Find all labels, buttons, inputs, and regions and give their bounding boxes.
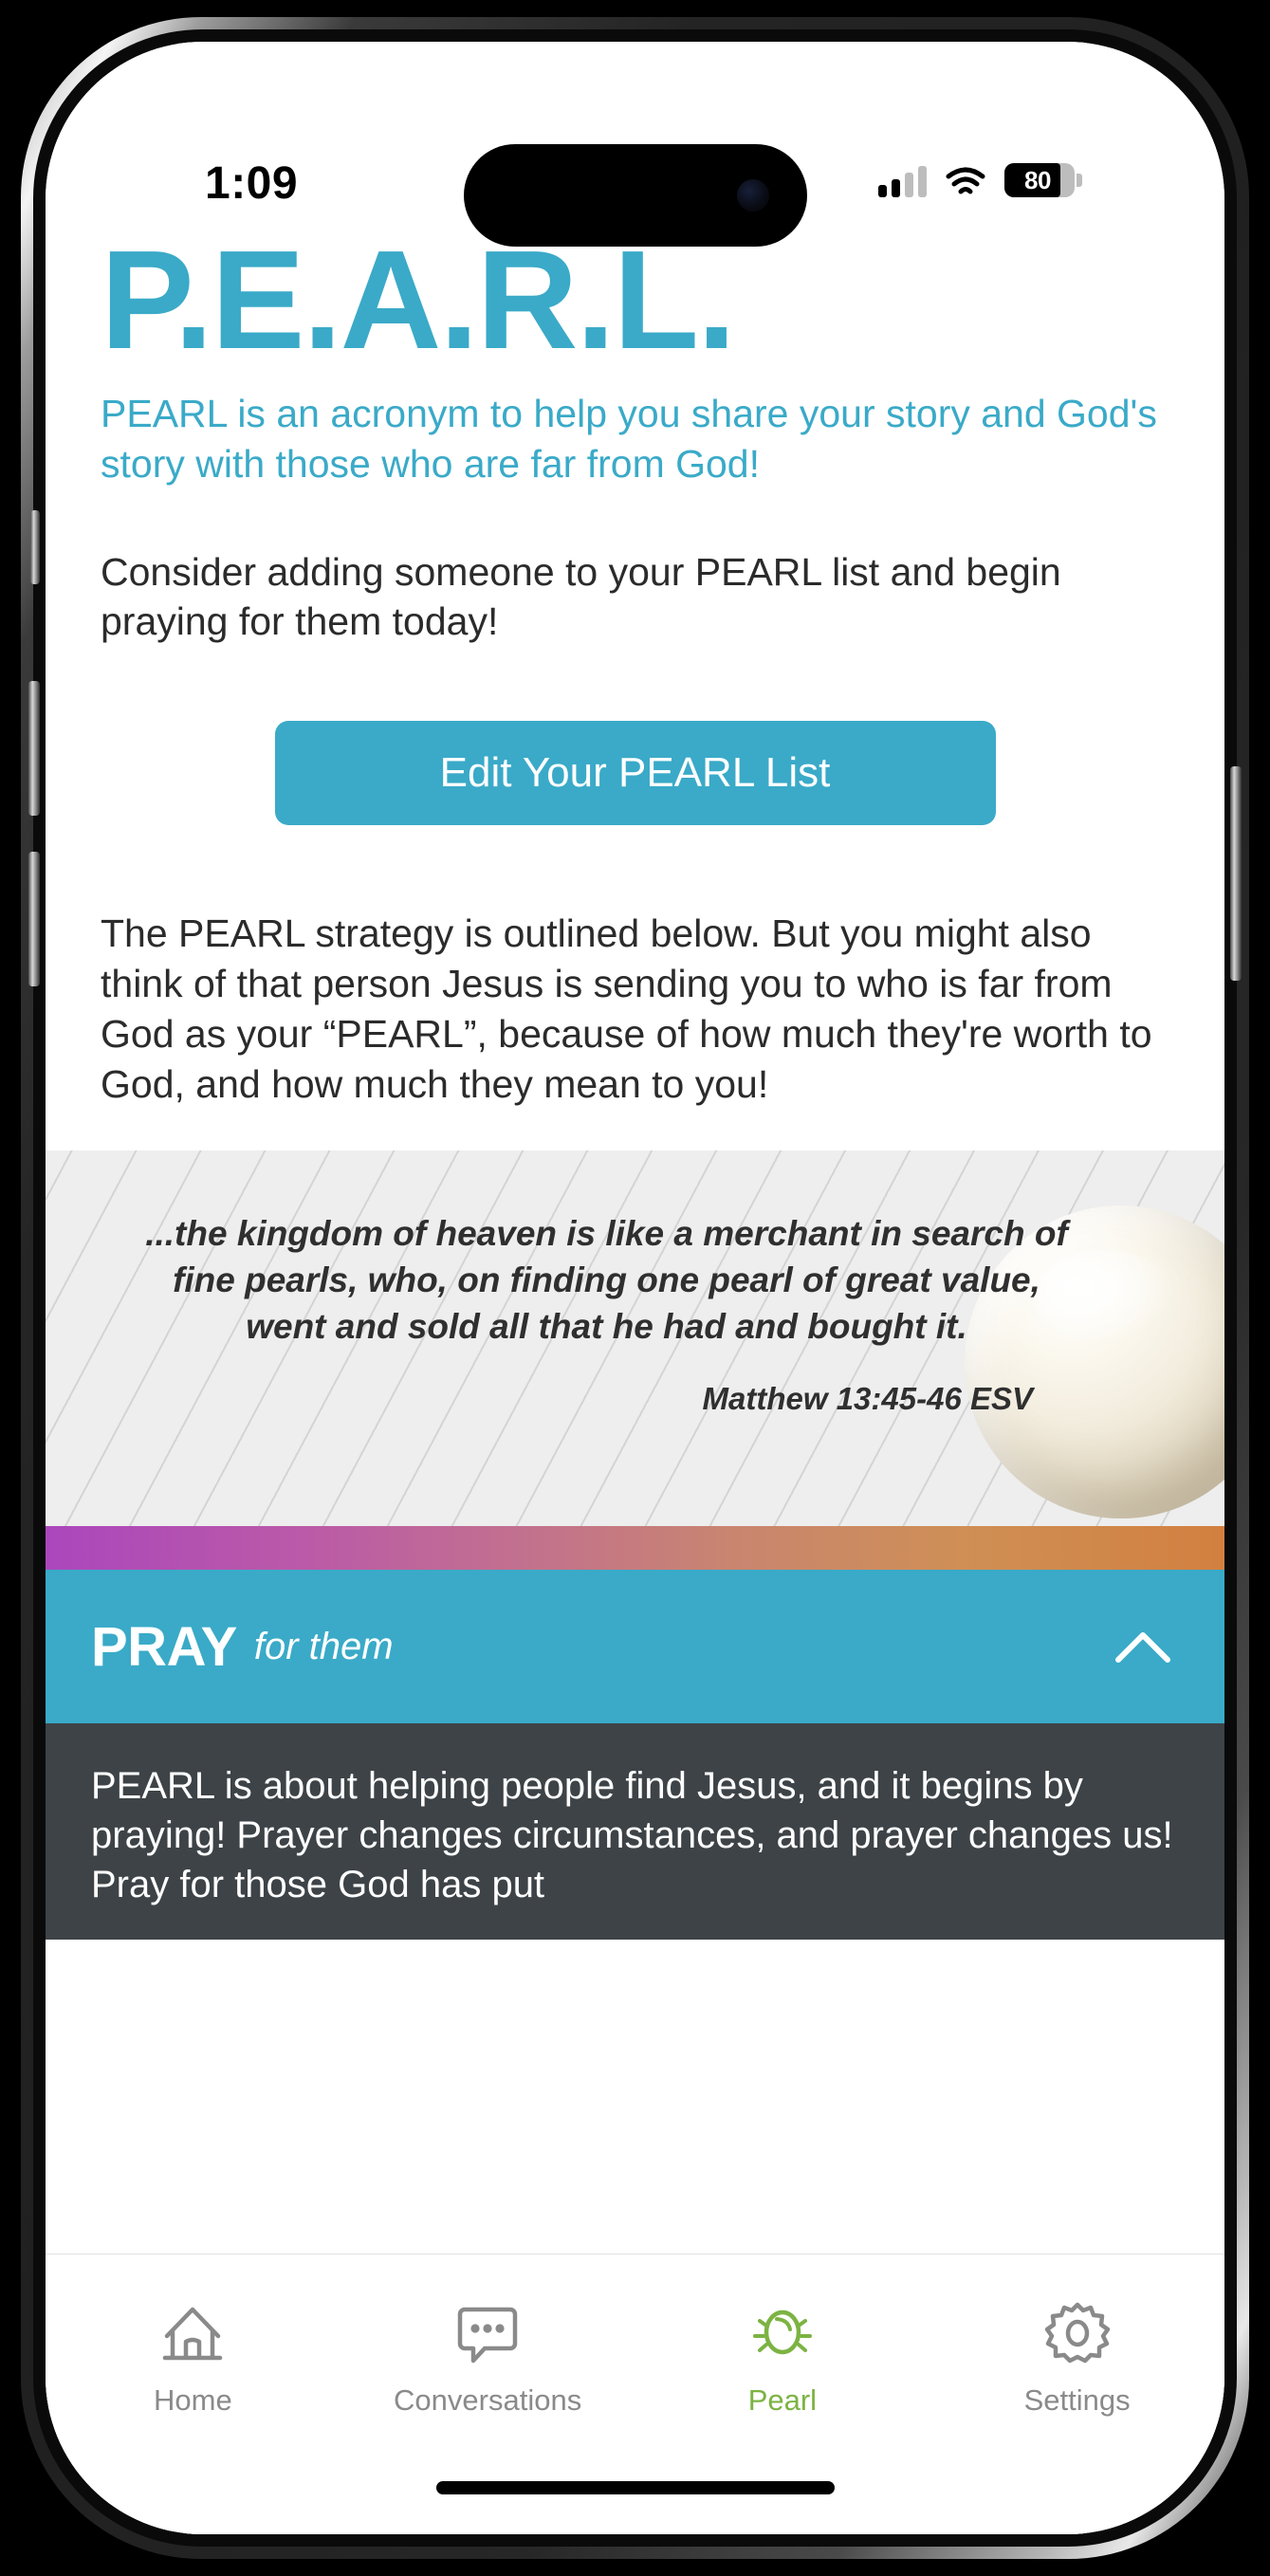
phone-bezel: P.E.A.R.L. PEARL is an acronym to help y… xyxy=(33,29,1237,2547)
pray-subheading: for them xyxy=(253,1625,394,1667)
tab-home-label: Home xyxy=(154,2383,232,2417)
silence-switch[interactable] xyxy=(30,510,40,584)
tab-pearl[interactable]: Pearl xyxy=(635,2298,930,2418)
tab-settings-label: Settings xyxy=(1023,2383,1131,2417)
page-title: P.E.A.R.L. xyxy=(101,222,736,378)
gradient-divider xyxy=(46,1526,1224,1571)
tab-settings[interactable]: Settings xyxy=(929,2298,1224,2418)
pray-accordion-header[interactable]: PRAY for them xyxy=(46,1570,1224,1724)
scripture-quote: ...the kingdom of heaven is like a merch… xyxy=(145,1214,1068,1347)
pray-heading: PRAY xyxy=(91,1615,237,1678)
pray-body-text: PEARL is about helping people find Jesus… xyxy=(91,1765,1173,1906)
home-indicator[interactable] xyxy=(435,2481,835,2494)
phone-screen: P.E.A.R.L. PEARL is an acronym to help y… xyxy=(46,42,1224,2534)
strategy-paragraph: The PEARL strategy is outlined below. Bu… xyxy=(101,911,1152,1106)
phone-frame: P.E.A.R.L. PEARL is an acronym to help y… xyxy=(21,17,1249,2559)
edit-pearl-list-button[interactable]: Edit Your PEARL List xyxy=(274,720,996,825)
chevron-up-icon[interactable] xyxy=(1114,1628,1171,1665)
intro-paragraph: PEARL is an acronym to help you share yo… xyxy=(101,392,1157,486)
pray-accordion-body: PEARL is about helping people find Jesus… xyxy=(46,1723,1224,1941)
scripture-reference: Matthew 13:45-46 ESV xyxy=(702,1380,1033,1416)
pearl-glow-icon xyxy=(752,2309,812,2355)
power-button[interactable] xyxy=(1230,766,1242,981)
home-icon xyxy=(163,2307,223,2361)
tab-pearl-label: Pearl xyxy=(747,2383,818,2417)
tab-conversations-label: Conversations xyxy=(394,2383,582,2417)
volume-down-button[interactable] xyxy=(28,852,40,986)
consider-paragraph: Consider adding someone to your PEARL li… xyxy=(101,550,1061,644)
app-scroll-area[interactable]: P.E.A.R.L. PEARL is an acronym to help y… xyxy=(46,42,1224,2534)
scripture-panel: ...the kingdom of heaven is like a merch… xyxy=(46,1150,1224,1527)
volume-up-button[interactable] xyxy=(28,681,40,816)
intro-section: P.E.A.R.L. PEARL is an acronym to help y… xyxy=(46,42,1224,1150)
chat-bubble-icon xyxy=(457,2307,518,2364)
tab-conversations[interactable]: Conversations xyxy=(341,2298,635,2418)
gear-icon xyxy=(1044,2302,1110,2364)
tab-home[interactable]: Home xyxy=(46,2298,341,2418)
